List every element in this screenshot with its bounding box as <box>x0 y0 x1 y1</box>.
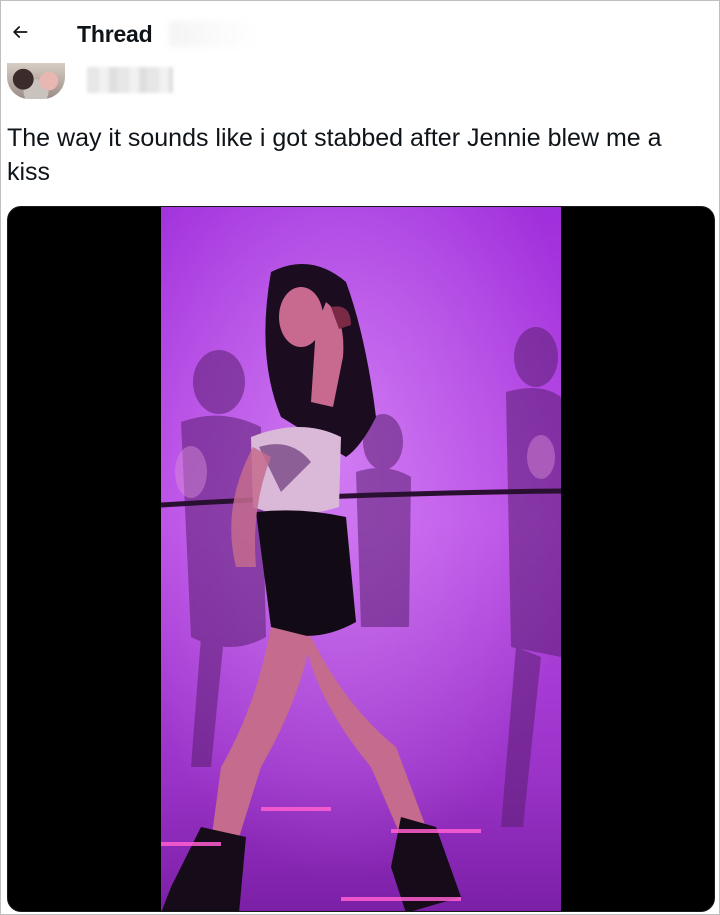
video-frame[interactable] <box>161 207 561 911</box>
tweet-video[interactable] <box>7 206 715 912</box>
thread-header: Thread <box>1 1 720 61</box>
tweet-text: The way it sounds like i got stabbed aft… <box>7 124 662 186</box>
page-title: Thread <box>77 21 153 47</box>
redacted-blur <box>169 21 259 47</box>
arrow-left-icon <box>10 22 30 47</box>
redacted-username <box>87 67 173 93</box>
tweet-screenshot-frame: Thread The way it sounds like i got stab… <box>0 0 720 915</box>
avatar[interactable] <box>7 63 65 99</box>
concert-video-still <box>161 207 561 911</box>
back-button[interactable] <box>5 19 35 49</box>
